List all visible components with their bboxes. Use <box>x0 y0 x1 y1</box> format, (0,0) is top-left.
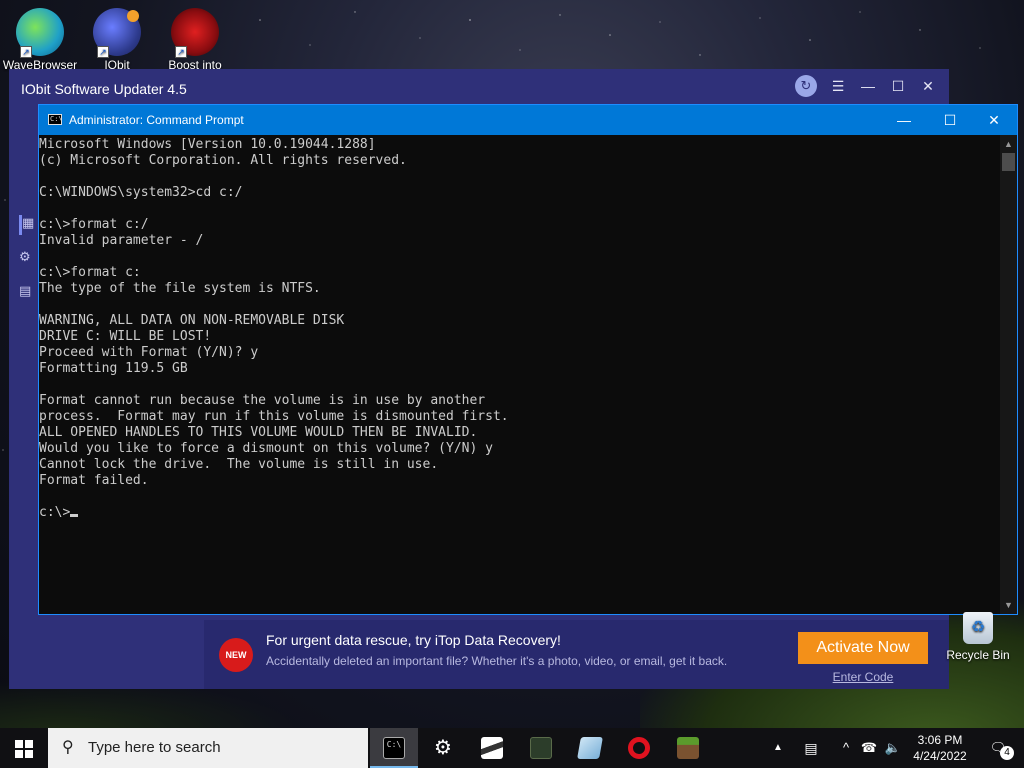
cmd-line: The type of the file system is NTFS. <box>39 281 321 296</box>
cmd-line <box>39 249 999 265</box>
cmd-line: Format cannot run because the volume is … <box>39 393 486 408</box>
cmd-icon: C:\ <box>48 114 63 125</box>
notification-count-badge: 4 <box>1000 746 1014 760</box>
taskbar-app-opera[interactable] <box>615 728 663 768</box>
cmd-line: Format failed. <box>39 473 149 488</box>
iobit-sidebar: ▦ ⚙ ▤ <box>9 201 39 621</box>
minimize-icon[interactable]: — <box>855 75 881 97</box>
desktop-icon-label: Recycle Bin <box>946 648 1010 662</box>
text-cursor <box>70 514 79 517</box>
close-icon[interactable]: ✕ <box>971 105 1017 135</box>
activate-now-button[interactable]: Activate Now <box>798 632 928 664</box>
photos-icon <box>481 736 503 759</box>
cmd-line <box>39 169 999 185</box>
cmd-line <box>39 489 999 505</box>
cmd-line <box>39 377 999 393</box>
boost-icon: ↗ <box>171 8 219 58</box>
iobit-window-controls: ↻ ☰ — ☐ ✕ <box>795 75 941 97</box>
cmd-line: Would you like to force a dismount on th… <box>39 441 493 456</box>
sidebar-home-icon[interactable]: ▦ <box>19 215 39 235</box>
refresh-icon[interactable]: ↻ <box>795 75 817 97</box>
command-prompt-window[interactable]: C:\ Administrator: Command Prompt — ☐ ✕ … <box>38 104 1018 615</box>
cmd-line: c:\>format c:/ <box>39 217 149 232</box>
sidebar-search-icon[interactable]: ⚙ <box>19 249 39 269</box>
enter-code-link[interactable]: Enter Code <box>798 670 928 684</box>
taskbar-app-settings[interactable]: ⚙ <box>419 728 467 768</box>
clock-date: 4/24/2022 <box>913 749 967 763</box>
news-widget-icon[interactable]: ▤ <box>796 728 826 768</box>
cmd-prompt: c:\> <box>39 505 71 520</box>
cmd-output[interactable]: Microsoft Windows [Version 10.0.19044.12… <box>39 135 999 613</box>
taskbar-app-photos[interactable] <box>468 728 516 768</box>
taskbar-search-box[interactable]: ⚲ Type here to search <box>48 728 368 768</box>
promo-subtext: Accidentally deleted an important file? … <box>266 654 728 668</box>
desktop-icon-wavebrowser[interactable]: ↗ WaveBrowser <box>0 0 80 72</box>
recycle-bin-icon: ♻ <box>963 612 993 644</box>
shortcut-arrow-icon: ↗ <box>20 46 32 58</box>
cmd-line: Invalid parameter - / <box>39 233 204 248</box>
cmd-line: process. Format may run if this volume i… <box>39 409 509 424</box>
cmd-line: c:\>format c: <box>39 265 141 280</box>
desktop-icon-boost[interactable]: ↗ Boost into <box>155 0 235 72</box>
volume-icon[interactable]: 🔈 <box>882 728 904 768</box>
sidebar-store-icon[interactable]: ▤ <box>19 283 39 303</box>
notepad-icon <box>577 736 603 759</box>
menu-icon[interactable]: ☰ <box>825 75 851 97</box>
minimize-icon[interactable]: — <box>881 105 927 135</box>
windows-icon <box>15 740 33 759</box>
desktop-icon-iobit[interactable]: ↗ IObit <box>77 0 157 72</box>
cmd-line: Formatting 119.5 GB <box>39 361 188 376</box>
iobit-icon: ↗ <box>93 8 141 58</box>
cmd-line: C:\WINDOWS\system32>cd c:/ <box>39 185 243 200</box>
taskbar: ⚲ Type here to search C:\ ⚙ ▲ ▤ ^ ☎ 🔈 3:… <box>0 728 1024 768</box>
cmd-line: WARNING, ALL DATA ON NON-REMOVABLE DISK <box>39 313 345 328</box>
cmd-line: DRIVE C: WILL BE LOST! <box>39 329 212 344</box>
cmd-scrollbar[interactable]: ▲ ▼ <box>1000 135 1017 614</box>
cmd-titlebar[interactable]: C:\ Administrator: Command Prompt — ☐ ✕ <box>39 105 1017 135</box>
cmd-line <box>39 297 999 313</box>
search-placeholder: Type here to search <box>88 739 221 756</box>
gear-icon: ⚙ <box>434 737 452 759</box>
promo-banner: NEW For urgent data rescue, try iTop Dat… <box>204 620 949 689</box>
cmd-line: Microsoft Windows [Version 10.0.19044.12… <box>39 137 376 152</box>
game-icon-2 <box>677 736 699 759</box>
game-icon-1 <box>530 736 552 759</box>
taskbar-app-minecraft-dungeons[interactable] <box>517 728 565 768</box>
shortcut-arrow-icon: ↗ <box>97 46 109 58</box>
cmd-line: Proceed with Format (Y/N)? y <box>39 345 259 360</box>
scroll-thumb[interactable] <box>1002 153 1015 171</box>
maximize-icon[interactable]: ☐ <box>927 105 973 135</box>
scroll-down-icon[interactable]: ▼ <box>1000 598 1017 612</box>
scroll-up-icon[interactable]: ▲ <box>1000 137 1017 151</box>
iobit-title: IObit Software Updater 4.5 <box>21 81 187 97</box>
taskbar-clock[interactable]: 3:06 PM 4/24/2022 <box>906 732 974 764</box>
taskbar-app-notepad[interactable] <box>566 728 614 768</box>
new-badge-icon: NEW <box>219 638 253 672</box>
wavebrowser-icon: ↗ <box>16 8 64 58</box>
search-icon: ⚲ <box>62 739 74 756</box>
cmd-line: (c) Microsoft Corporation. All rights re… <box>39 153 407 168</box>
network-icon[interactable]: ☎ <box>858 728 880 768</box>
taskbar-app-command-prompt[interactable]: C:\ <box>370 728 418 768</box>
notification-center-button[interactable]: 🗨 4 <box>978 728 1018 768</box>
promo-headline[interactable]: For urgent data rescue, try iTop Data Re… <box>266 632 561 648</box>
shortcut-arrow-icon: ↗ <box>175 46 187 58</box>
desktop-icon-recycle-bin[interactable]: ♻ Recycle Bin <box>938 612 1018 662</box>
cmd-line: ALL OPENED HANDLES TO THIS VOLUME WOULD … <box>39 425 478 440</box>
cmd-icon: C:\ <box>383 736 405 759</box>
cmd-line: Cannot lock the drive. The volume is sti… <box>39 457 439 472</box>
opera-icon <box>628 736 650 759</box>
maximize-icon[interactable]: ☐ <box>885 75 911 97</box>
start-button[interactable] <box>0 728 48 768</box>
tray-scroll-icon[interactable]: ▲ <box>770 728 786 768</box>
show-hidden-icons-icon[interactable]: ^ <box>836 728 856 768</box>
taskbar-app-minecraft[interactable] <box>664 728 712 768</box>
cmd-title: Administrator: Command Prompt <box>69 113 244 127</box>
cmd-prompt-line[interactable]: c:\> <box>39 505 999 521</box>
close-icon[interactable]: ✕ <box>915 75 941 97</box>
cmd-line <box>39 201 999 217</box>
clock-time: 3:06 PM <box>917 733 963 747</box>
